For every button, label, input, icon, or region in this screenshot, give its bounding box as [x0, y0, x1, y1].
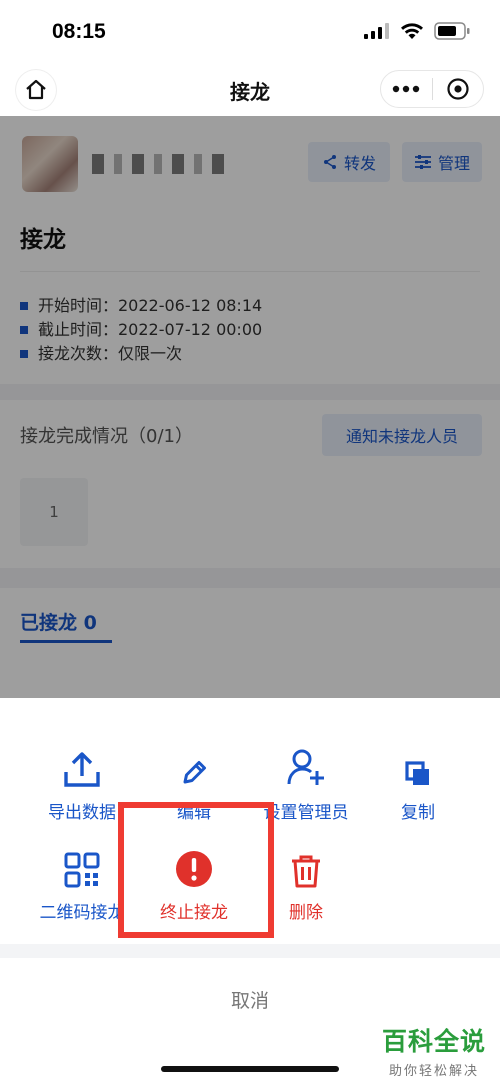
qrcode-icon: [64, 852, 100, 888]
watermark-main: 百科全说: [381, 1027, 486, 1056]
battery-icon: [434, 22, 470, 44]
more-button[interactable]: [381, 71, 432, 107]
upload-icon: [64, 752, 100, 787]
copy-label: 复制: [401, 803, 435, 823]
close-button[interactable]: [433, 71, 484, 107]
nav-bar: 接龙: [0, 64, 500, 116]
home-indicator[interactable]: [161, 1066, 339, 1072]
status-time: 08:15: [52, 20, 106, 43]
highlight-annotation: [118, 802, 274, 938]
modal-overlay[interactable]: [0, 116, 500, 698]
wifi-icon: [400, 22, 424, 44]
mini-program-capsule: [380, 70, 484, 108]
signal-icon: [364, 23, 390, 43]
add-user-icon: [287, 749, 324, 785]
target-icon: [447, 78, 469, 100]
pencil-icon: [183, 761, 206, 784]
more-dots-icon: [393, 85, 420, 93]
sheet-separator: [0, 944, 500, 958]
watermark-sub: 助你轻松解决: [388, 1064, 479, 1079]
watermark-logo: 百科全说 助你轻松解决: [382, 1022, 486, 1079]
copy-icon: [405, 761, 429, 785]
status-bar: 08:15: [0, 0, 500, 64]
status-icons: [364, 22, 470, 44]
cancel-button[interactable]: 取消: [0, 986, 500, 1013]
copy-button[interactable]: 复制: [358, 738, 478, 823]
trash-icon: [292, 855, 320, 888]
